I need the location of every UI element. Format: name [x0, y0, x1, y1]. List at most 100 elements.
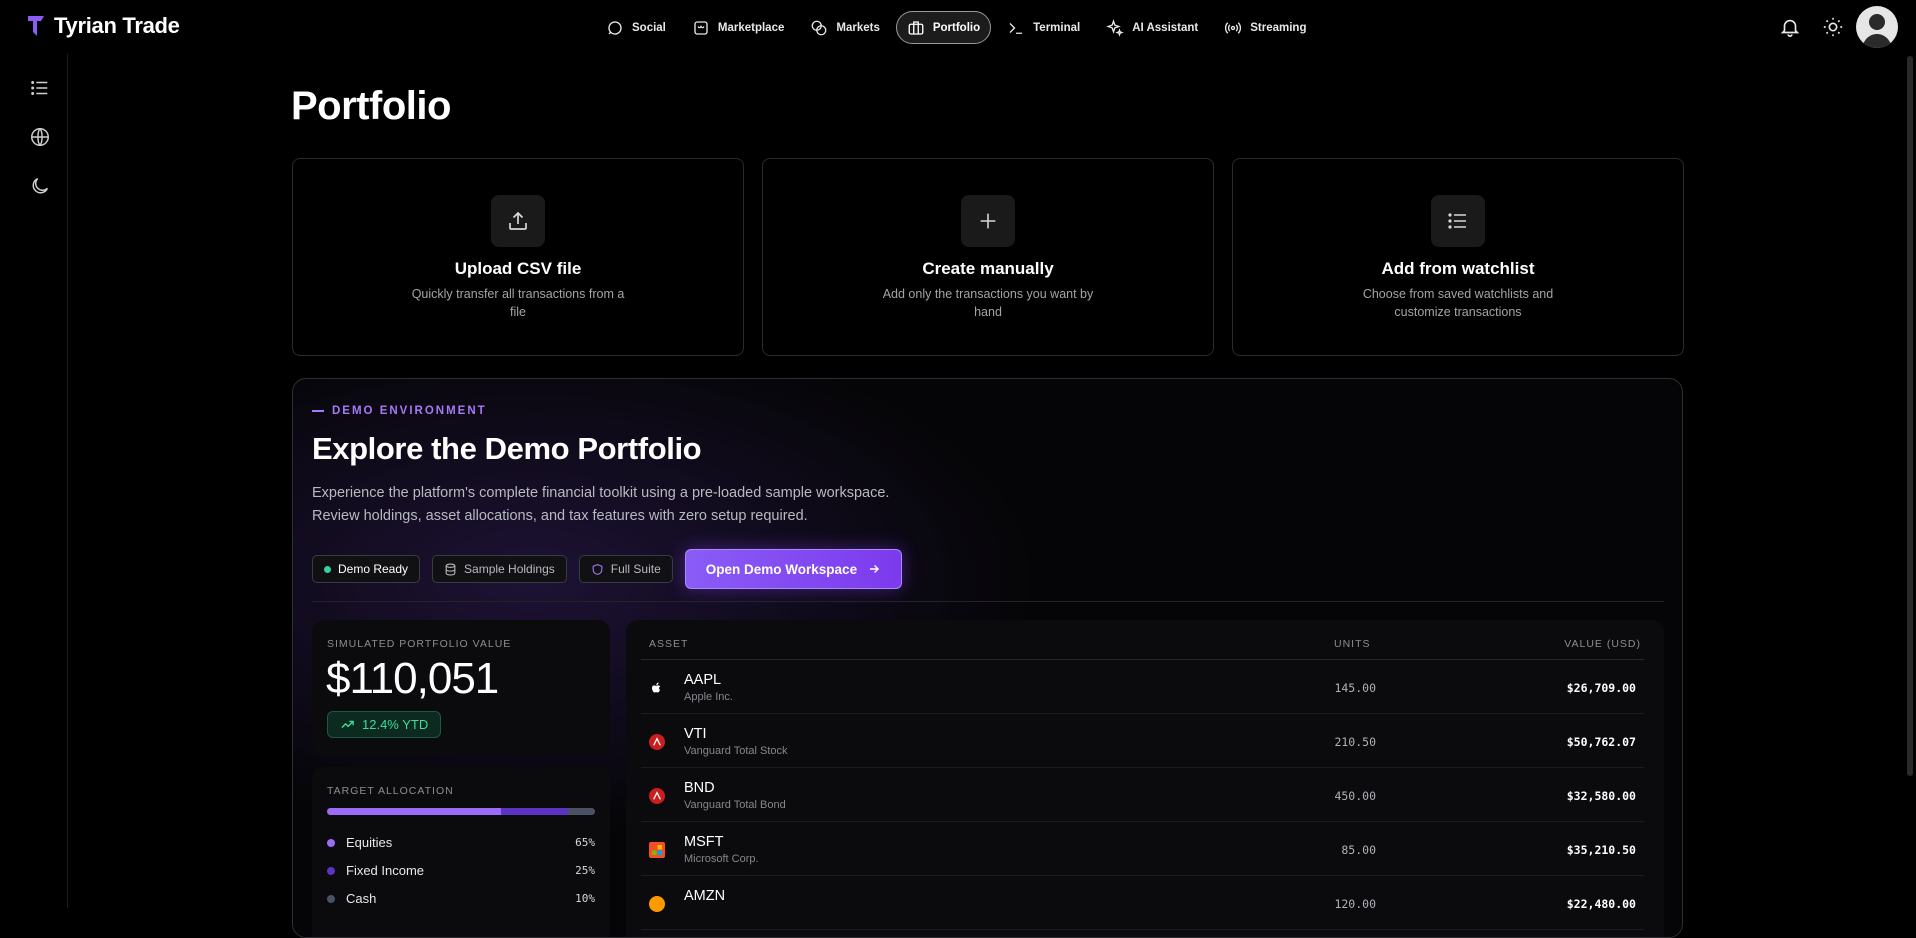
eyebrow-label: DEMO ENVIRONMENT: [332, 405, 487, 417]
briefcase-icon: [908, 20, 924, 35]
nav-label: Markets: [836, 21, 880, 34]
cta-label: Open Demo Workspace: [705, 561, 858, 577]
nav-streaming[interactable]: Streaming: [1214, 11, 1316, 44]
card-description: Choose from saved watchlists and customi…: [1362, 287, 1554, 319]
nav-ai-assistant[interactable]: AI Assistant: [1096, 11, 1208, 44]
microsoft-logo: [652, 845, 662, 855]
column-header-value: VALUE (USD): [1564, 638, 1641, 650]
upload-csv-card[interactable]: Upload CSV file Quickly transfer all tra…: [292, 158, 744, 356]
allocation-name: Equities: [346, 835, 393, 850]
card-icon-box: [961, 195, 1015, 247]
top-bar: Tyrian Trade Social Marketplace Markets …: [0, 0, 1916, 54]
vanguard-logo: [653, 791, 661, 800]
upload-icon: [509, 211, 527, 230]
bell-icon[interactable]: [1779, 16, 1801, 38]
holdings-table: ASSET UNITS VALUE (USD) AAPL Apple Inc. …: [626, 620, 1664, 937]
allocation-segment: [501, 808, 569, 815]
column-header-units: UNITS: [1334, 638, 1371, 650]
nav-label: AI Assistant: [1132, 21, 1199, 34]
legend-dot: [327, 894, 335, 903]
amazon-icon: [649, 896, 665, 912]
portfolio-value: $110,051: [326, 654, 499, 703]
list-icon: [1448, 213, 1466, 229]
card-title: Create manually: [922, 259, 1054, 278]
shield-icon: [592, 563, 603, 575]
card-description: Quickly transfer all transactions from a…: [411, 287, 625, 319]
demo-title: Explore the Demo Portfolio: [312, 431, 702, 466]
asset-ticker: AAPL: [684, 672, 722, 688]
apple-icon: [649, 680, 665, 696]
asset-ticker: VTI: [684, 726, 707, 742]
chip-demo-ready: Demo Ready: [312, 555, 421, 583]
allocation-segment: [327, 808, 502, 815]
user-avatar[interactable]: [1856, 6, 1898, 48]
coins-icon: [811, 20, 827, 35]
allocation-percent: 65%: [575, 836, 595, 849]
table-row[interactable]: AMZN 120.00 $22,480.00: [641, 876, 1644, 930]
column-header-asset: ASSET: [649, 638, 689, 650]
card-icon-box: [491, 195, 545, 247]
terminal-icon: [1009, 22, 1023, 34]
create-manually-card[interactable]: Create manually Add only the transaction…: [762, 158, 1214, 356]
table-row[interactable]: MSFT Microsoft Corp. 85.00 $35,210.50: [641, 822, 1644, 876]
ytd-badge: 12.4% YTD: [327, 711, 442, 738]
add-from-watchlist-card[interactable]: Add from watchlist Choose from saved wat…: [1232, 158, 1684, 356]
status-dot-icon: [324, 565, 331, 573]
allocation-percent: 25%: [575, 864, 595, 877]
nav-label: Streaming: [1250, 21, 1307, 34]
plus-icon: [980, 213, 996, 229]
microsoft-icon: [649, 842, 665, 858]
nav-terminal[interactable]: Terminal: [997, 11, 1090, 44]
nav-social[interactable]: Social: [596, 11, 676, 44]
card-icon-box: [1431, 195, 1485, 247]
table-row[interactable]: BND Vanguard Total Bond 450.00 $32,580.0…: [641, 768, 1644, 822]
asset-units: 85.00: [1341, 843, 1376, 857]
nav-portfolio[interactable]: Portfolio: [895, 11, 992, 44]
scrollbar[interactable]: [1907, 56, 1913, 776]
brand-logo[interactable]: Tyrian Trade: [26, 13, 180, 39]
vanguard-icon: [649, 788, 665, 804]
chip-sample-holdings: Sample Holdings: [432, 555, 567, 583]
list-icon[interactable]: [29, 77, 51, 99]
asset-units: 210.50: [1334, 735, 1376, 749]
store-icon: [694, 20, 708, 35]
allocation-name: Fixed Income: [346, 863, 425, 878]
left-sidebar: [0, 54, 68, 908]
table-row[interactable]: VTI Vanguard Total Stock 210.50 $50,762.…: [641, 714, 1644, 768]
broadcast-icon: [1225, 21, 1242, 34]
allocation-bar: [327, 808, 595, 815]
table-row[interactable]: AAPL Apple Inc. 145.00 $26,709.00: [641, 660, 1644, 714]
card-description: Add only the transactions you want by ha…: [882, 287, 1094, 319]
asset-name: Vanguard Total Stock: [684, 745, 788, 757]
sun-icon[interactable]: [1822, 16, 1844, 38]
asset-ticker: AMZN: [684, 888, 726, 904]
demo-portfolio-section: DEMO ENVIRONMENT Explore the Demo Portfo…: [292, 378, 1683, 938]
chip-label: Demo Ready: [338, 562, 409, 576]
chip-full-suite: Full Suite: [578, 555, 673, 583]
nav-label: Portfolio: [932, 21, 981, 34]
asset-value: $35,210.50: [1566, 843, 1636, 857]
database-icon: [445, 563, 456, 575]
apple-logo: [652, 682, 661, 693]
ytd-label: 12.4% YTD: [362, 717, 429, 732]
nav-marketplace[interactable]: Marketplace: [682, 11, 794, 44]
chip-label: Sample Holdings: [464, 562, 555, 576]
card-title: Upload CSV file: [454, 259, 582, 278]
nav-label: Marketplace: [717, 21, 785, 34]
legend-dot: [327, 866, 335, 875]
vanguard-icon: [649, 734, 665, 750]
portfolio-value-panel: SIMULATED PORTFOLIO VALUE $110,051 12.4%…: [312, 620, 610, 755]
moon-icon[interactable]: [29, 175, 51, 197]
open-demo-workspace-button[interactable]: Open Demo Workspace: [684, 549, 903, 589]
demo-description: Experience the platform's complete finan…: [312, 482, 952, 528]
nav-markets[interactable]: Markets: [800, 11, 889, 44]
portfolio-value-label: SIMULATED PORTFOLIO VALUE: [327, 638, 512, 650]
nav-label: Terminal: [1033, 21, 1081, 34]
trending-up-icon: [341, 720, 354, 729]
nav-label: Social: [632, 21, 666, 34]
asset-name: Vanguard Total Bond: [684, 799, 786, 811]
globe-icon[interactable]: [29, 126, 51, 148]
asset-value: $32,580.00: [1566, 789, 1636, 803]
demo-description-line: Experience the platform's complete finan…: [312, 485, 890, 501]
brand-name: Tyrian Trade: [54, 13, 180, 38]
